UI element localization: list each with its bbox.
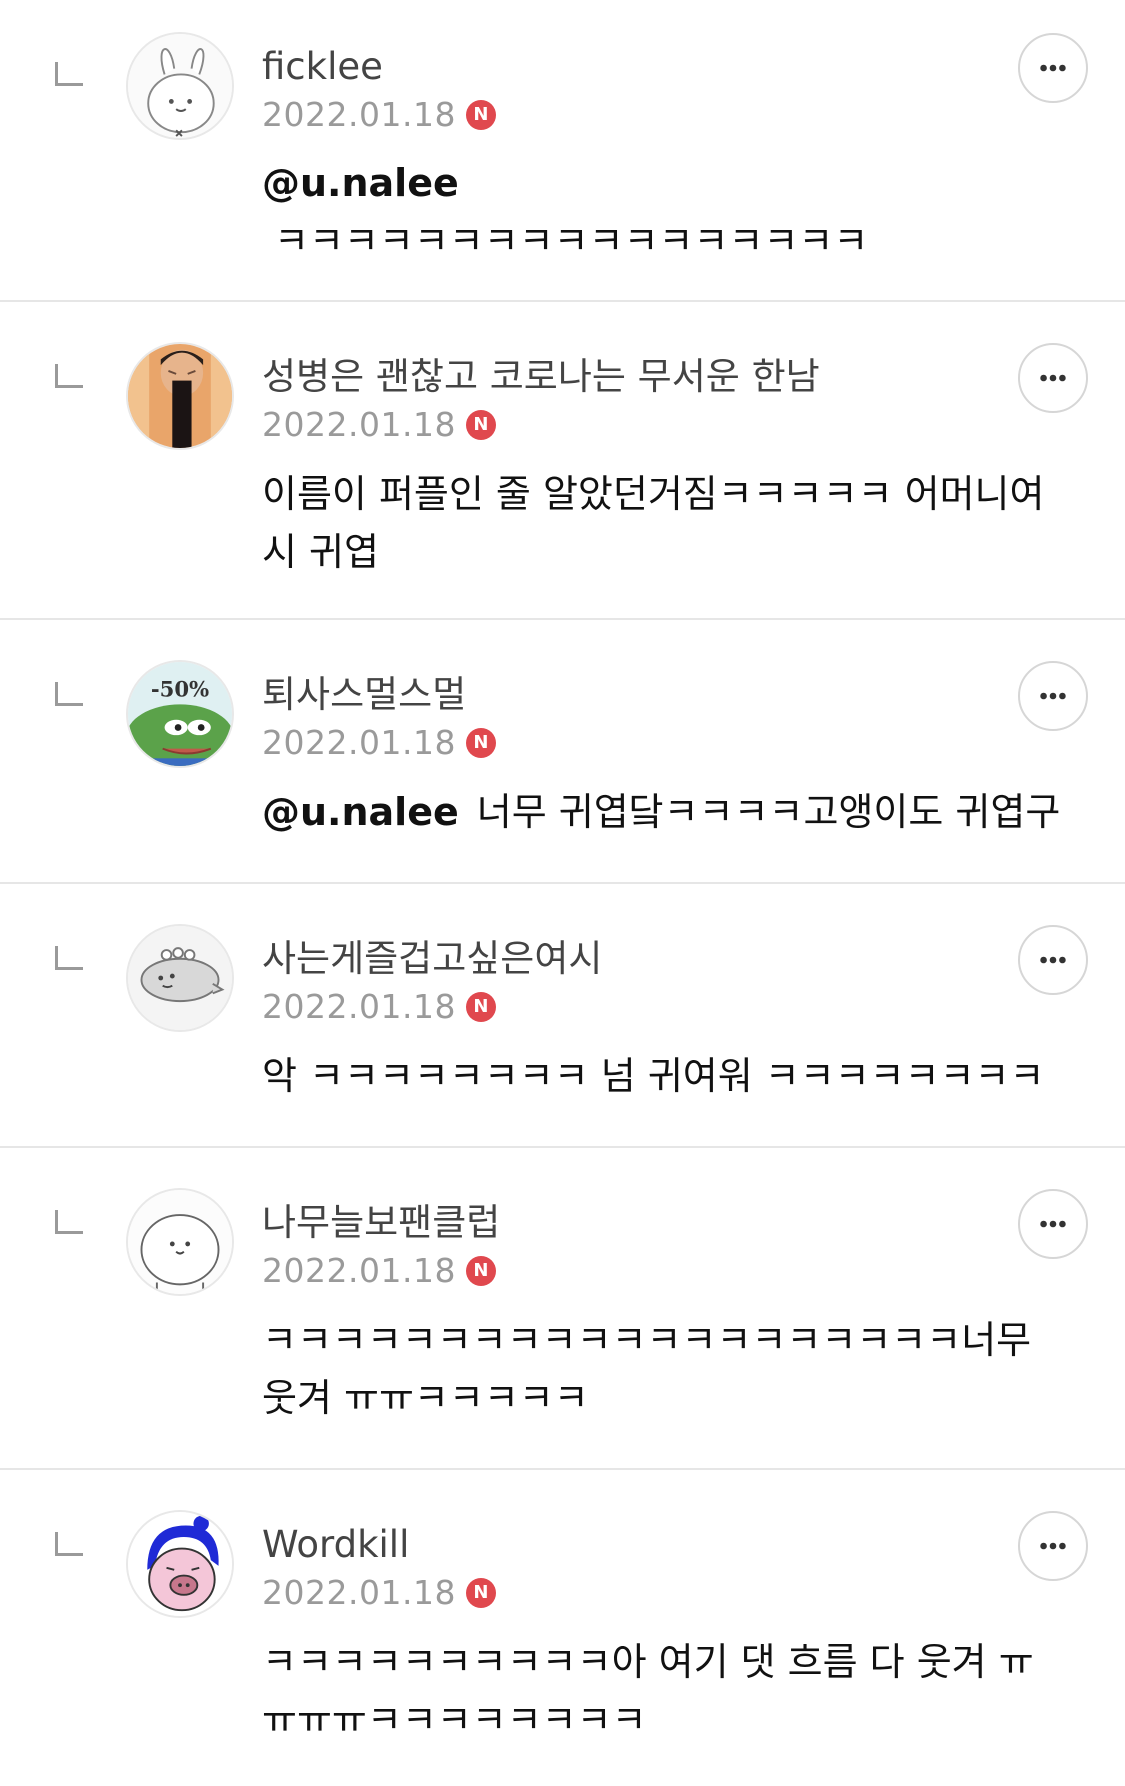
ellipsis-icon bbox=[1040, 374, 1066, 382]
rabbit-avatar-icon[interactable] bbox=[126, 32, 234, 140]
more-options-button[interactable] bbox=[1018, 925, 1088, 995]
comment-text: ㅋㅋㅋㅋㅋㅋㅋㅋㅋㅋㅋㅋㅋㅋㅋㅋㅋㅋㅋㅋ너무웃겨 ㅠㅠㅋㅋㅋㅋㅋ bbox=[262, 1318, 1032, 1420]
comment-nickname[interactable]: Wordkill bbox=[262, 1526, 409, 1563]
comment-nickname[interactable]: 나무늘보팬클럽 bbox=[262, 1204, 500, 1241]
comment-date: 2022.01.18 bbox=[262, 405, 456, 444]
round-creature-avatar-icon[interactable] bbox=[126, 1188, 234, 1296]
mention-link[interactable]: @u.nalee bbox=[262, 790, 459, 834]
comment-item: 성병은 괜찮고 코로나는 무서운 한남 2022.01.18 N 이름이 퍼플인 … bbox=[0, 302, 1125, 620]
comment-item: 나무늘보팬클럽 2022.01.18 N ㅋㅋㅋㅋㅋㅋㅋㅋㅋㅋㅋㅋㅋㅋㅋㅋㅋㅋㅋㅋ… bbox=[0, 1148, 1125, 1470]
ellipsis-icon bbox=[1040, 692, 1066, 700]
more-options-button[interactable] bbox=[1018, 33, 1088, 103]
comment-nickname[interactable]: ficklee bbox=[262, 48, 383, 85]
comment-text: 이름이 퍼플인 줄 알았던거짐ㅋㅋㅋㅋㅋ 어머니여시 귀엽 bbox=[262, 472, 1045, 574]
comment-meta: 2022.01.18 N bbox=[262, 1573, 496, 1613]
ellipsis-icon bbox=[1040, 956, 1066, 964]
new-badge: N bbox=[465, 1256, 496, 1286]
ellipsis-icon bbox=[1040, 64, 1066, 72]
frog-sale-avatar-icon[interactable]: -50% bbox=[126, 660, 234, 768]
comment-date: 2022.01.18 bbox=[262, 1251, 456, 1290]
more-options-button[interactable] bbox=[1018, 1511, 1088, 1581]
more-options-button[interactable] bbox=[1018, 1189, 1088, 1259]
new-badge: N bbox=[465, 728, 496, 758]
comment-body: @u.nalee ㅋㅋㅋㅋㅋㅋㅋㅋㅋㅋㅋㅋㅋㅋㅋㅋㅋ bbox=[262, 154, 1065, 270]
comment-item: Wordkill 2022.01.18 N ㅋㅋㅋㅋㅋㅋㅋㅋㅋㅋ아 여기 댓 흐름… bbox=[0, 1470, 1125, 1786]
comment-text: 악 ㅋㅋㅋㅋㅋㅋㅋㅋ 넘 귀여워 ㅋㅋㅋㅋㅋㅋㅋㅋ bbox=[262, 1054, 1045, 1098]
comment-nickname[interactable]: 성병은 괜찮고 코로나는 무서운 한남 bbox=[262, 358, 820, 395]
comment-date: 2022.01.18 bbox=[262, 1573, 456, 1612]
new-badge: N bbox=[465, 410, 496, 440]
comment-meta: 2022.01.18 N bbox=[262, 723, 496, 763]
ellipsis-icon bbox=[1040, 1542, 1066, 1550]
avatar-sale-text: -50% bbox=[151, 677, 209, 702]
pig-blue-hair-avatar-icon[interactable] bbox=[126, 1510, 234, 1618]
new-badge: N bbox=[465, 1578, 496, 1608]
more-options-button[interactable] bbox=[1018, 343, 1088, 413]
reply-indent-icon bbox=[55, 62, 83, 86]
comment-date: 2022.01.18 bbox=[262, 723, 456, 762]
comment-nickname[interactable]: 퇴사스멀스멀 bbox=[262, 676, 466, 713]
comment-body: @u.nalee 너무 귀엽닼ㅋㅋㅋㅋ고앵이도 귀엽구 bbox=[262, 783, 1065, 841]
comment-meta: 2022.01.18 N bbox=[262, 95, 496, 135]
comment-date: 2022.01.18 bbox=[262, 95, 456, 134]
reply-indent-icon bbox=[55, 364, 83, 388]
comment-meta: 2022.01.18 N bbox=[262, 1251, 496, 1291]
new-badge: N bbox=[465, 100, 496, 130]
comment-date: 2022.01.18 bbox=[262, 987, 456, 1026]
comment-meta: 2022.01.18 N bbox=[262, 405, 496, 445]
person-photo-avatar-icon[interactable] bbox=[126, 342, 234, 450]
comment-nickname[interactable]: 사는게즐겁고싶은여시 bbox=[262, 940, 602, 977]
comment-item: -50% 퇴사스멀스멀 2022.01.18 N @u.nalee 너무 귀엽닼ㅋㅋ… bbox=[0, 620, 1125, 884]
reply-indent-icon bbox=[55, 946, 83, 970]
comment-text: ㅋㅋㅋㅋㅋㅋㅋㅋㅋㅋㅋㅋㅋㅋㅋㅋㅋ bbox=[274, 219, 869, 263]
new-badge: N bbox=[465, 992, 496, 1022]
comment-text: ㅋㅋㅋㅋㅋㅋㅋㅋㅋㅋ아 여기 댓 흐름 다 웃겨 ㅠㅠㅠㅠㅋㅋㅋㅋㅋㅋㅋㅋ bbox=[262, 1640, 1034, 1742]
more-options-button[interactable] bbox=[1018, 661, 1088, 731]
comment-item: ficklee 2022.01.18 N @u.nalee ㅋㅋㅋㅋㅋㅋㅋㅋㅋㅋㅋ… bbox=[0, 0, 1125, 302]
reply-indent-icon bbox=[55, 1532, 83, 1556]
comment-text: 너무 귀엽닼ㅋㅋㅋㅋ고앵이도 귀엽구 bbox=[476, 790, 1061, 834]
reply-indent-icon bbox=[55, 682, 83, 706]
ellipsis-icon bbox=[1040, 1220, 1066, 1228]
comment-meta: 2022.01.18 N bbox=[262, 987, 496, 1027]
comment-item: 사는게즐겁고싶은여시 2022.01.18 N 악 ㅋㅋㅋㅋㅋㅋㅋㅋ 넘 귀여워 … bbox=[0, 884, 1125, 1148]
seal-avatar-icon[interactable] bbox=[126, 924, 234, 1032]
mention-link[interactable]: @u.nalee bbox=[262, 154, 1047, 212]
reply-indent-icon bbox=[55, 1210, 83, 1234]
